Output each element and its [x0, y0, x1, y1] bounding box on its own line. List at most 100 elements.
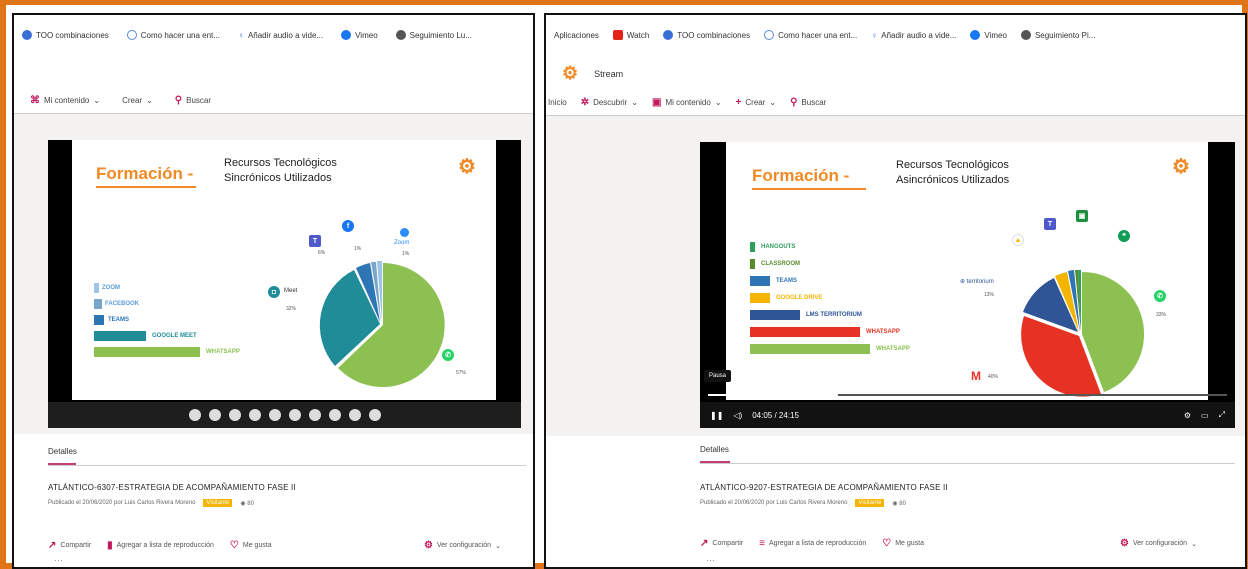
- film-icon: ⌘: [30, 95, 40, 106]
- gear-icon: ⚙: [1120, 538, 1129, 549]
- video-meta: Publicado el 20/06/2020 por Luis Carlos …: [700, 499, 906, 507]
- chevron-down-icon: ⌄: [1191, 540, 1197, 548]
- pin-icon: ♀: [871, 30, 878, 40]
- pause-icon[interactable]: ❚❚: [710, 411, 723, 420]
- create-menu[interactable]: + Crear ⌄: [736, 97, 777, 108]
- compass-icon: ✲: [580, 97, 590, 108]
- share-button[interactable]: ↗ Compartir: [48, 540, 91, 551]
- bookmark-7[interactable]: Seguimiento Pi...: [1020, 30, 1095, 40]
- whatsapp-pct: 33%: [1156, 312, 1167, 318]
- search-icon: ⚲: [790, 97, 798, 108]
- whatsapp-icon: ✆: [442, 349, 454, 361]
- facebook-icon: [341, 30, 352, 40]
- legend-bar-zoom: [94, 283, 99, 293]
- heart-icon: ♡: [229, 540, 239, 551]
- legend-bar-facebook: [94, 299, 102, 309]
- legend-label: LMS TERRITORIUM: [806, 312, 862, 318]
- bookmark-5[interactable]: ♀ Añadir audio a vide...: [871, 31, 956, 40]
- progress-handle[interactable]: [831, 391, 838, 398]
- heart-icon: ♡: [882, 538, 892, 549]
- participant-avatar: [368, 409, 381, 421]
- progress-played: [708, 394, 834, 396]
- teams-icon: T: [309, 235, 321, 247]
- legend-bar: [750, 327, 860, 337]
- legend-label: GOOGLE DRIVE: [776, 295, 823, 301]
- search-button[interactable]: ⚲ Buscar: [790, 97, 826, 108]
- legend-bar: [750, 344, 870, 354]
- discover-menu[interactable]: ✲ Descubrir ⌄: [581, 97, 638, 108]
- views: ◉ 80: [892, 500, 906, 507]
- create-menu[interactable]: Crear ⌄: [122, 96, 153, 105]
- search-button[interactable]: ⚲ Buscar: [175, 95, 211, 106]
- more-icon[interactable]: ···: [54, 555, 63, 565]
- bookmark-5[interactable]: Seguimiento Lu...: [395, 30, 472, 40]
- gmail-icon: M: [970, 369, 982, 383]
- bookmark-apps[interactable]: Aplicaciones: [554, 31, 599, 40]
- legend-bar: [750, 276, 770, 286]
- published-text: Publicado el 20/06/2020 por Luis Carlos …: [48, 500, 196, 506]
- settings-button[interactable]: ⚙ Ver configuración ⌄: [1120, 538, 1197, 549]
- legend-bar: [750, 259, 755, 269]
- bookmark-4[interactable]: Como hacer una ent...: [764, 30, 857, 40]
- meet-pct: 32%: [286, 306, 297, 312]
- settings-button[interactable]: ⚙ Ver configuración ⌄: [424, 540, 501, 551]
- territorium-label: ⊕ territorium: [960, 279, 994, 285]
- add-to-playlist-button[interactable]: ▮ Agregar a lista de reproducción: [107, 540, 214, 551]
- bookmark-icon: [663, 30, 674, 40]
- my-content-menu[interactable]: ▣ Mi contenido ⌄: [652, 97, 722, 108]
- sena-logo: ⚙: [1172, 156, 1190, 178]
- video-player[interactable]: Formación - Recursos Tecnológicos Sincrón…: [48, 140, 521, 428]
- bookmark-icon: [764, 30, 775, 40]
- legend-bar-teams: [94, 315, 104, 325]
- teams-icon: T: [1044, 218, 1056, 230]
- gear-icon: ⚙: [424, 540, 433, 551]
- legend-bar-meet: [94, 331, 146, 341]
- video-player[interactable]: Formación - Recursos Tecnológicos Asincró…: [700, 142, 1235, 428]
- google-drive-icon: ▲: [1012, 234, 1024, 246]
- gmail-pct: 40%: [988, 374, 999, 380]
- legend-label: HANGOUTS: [761, 244, 796, 250]
- add-to-playlist-button[interactable]: ≡ Agregar a lista de reproducción: [759, 538, 866, 549]
- like-button[interactable]: ♡ Me gusta: [230, 540, 272, 551]
- video-title: ATLÁNTICO-9207-ESTRATEGIA DE ACOMPAÑAMIE…: [700, 483, 948, 492]
- settings-icon[interactable]: ⚙: [1184, 411, 1191, 420]
- my-content-menu[interactable]: ⌘ Mi contenido ⌄: [30, 95, 100, 106]
- bookmark-2[interactable]: Como hacer una ent...: [126, 30, 220, 40]
- participant-strip: [48, 402, 521, 428]
- fullscreen-icon[interactable]: ⤢: [1219, 410, 1235, 420]
- volume-icon[interactable]: ◁): [733, 411, 742, 420]
- legend-label: WHATSAPP: [866, 329, 900, 335]
- globe-icon: [395, 30, 406, 40]
- bookmark-3[interactable]: ♀ Añadir audio a vide...: [238, 31, 323, 40]
- territorium-pct: 13%: [984, 292, 995, 298]
- more-icon[interactable]: ···: [706, 555, 715, 565]
- bookmark-watch[interactable]: Watch: [612, 30, 649, 40]
- legend-bar: [750, 242, 755, 252]
- video-actions: ↗ Compartir ▮ Agregar a lista de reproducc…: [48, 540, 272, 551]
- plus-icon: +: [735, 97, 742, 108]
- bookmark-icon: [126, 30, 137, 40]
- legend-label: ZOOM: [102, 285, 120, 291]
- like-button[interactable]: ♡ Me gusta: [882, 538, 924, 549]
- classroom-icon: ▣: [1076, 210, 1088, 222]
- slide: Formación - Recursos Tecnológicos Asincró…: [726, 142, 1208, 400]
- captions-icon[interactable]: ▭: [1201, 411, 1209, 420]
- bookmark-4[interactable]: Vimeo: [341, 30, 378, 40]
- participant-avatar: [208, 409, 221, 421]
- zoom-pct: 1%: [402, 251, 410, 257]
- visitor-badge: Visitante: [203, 499, 233, 507]
- share-button[interactable]: ↗ Compartir: [700, 538, 743, 549]
- bookmark-3[interactable]: TOO combinaciones: [663, 30, 750, 40]
- tab-details[interactable]: Detalles: [48, 447, 77, 456]
- bookmark-6[interactable]: Vimeo: [970, 30, 1007, 40]
- bookmarks-bar: Aplicaciones Watch TOO combinaciones Com…: [546, 15, 1245, 55]
- bookmark-1[interactable]: TOO combinaciones: [22, 30, 109, 40]
- tab-details[interactable]: Detalles: [700, 445, 729, 454]
- whatsapp-icon: ✆: [1154, 290, 1166, 302]
- slide-subtitle: Recursos Tecnológicos Asincrónicos Utiliz…: [896, 159, 1010, 186]
- published-text: Publicado el 20/06/2020 por Luis Carlos …: [700, 500, 848, 506]
- legend-label: TEAMS: [108, 317, 129, 323]
- home-link[interactable]: Inicio: [548, 98, 567, 107]
- time-display: 04:05 / 24:15: [752, 410, 799, 420]
- legend-bar: [750, 293, 770, 303]
